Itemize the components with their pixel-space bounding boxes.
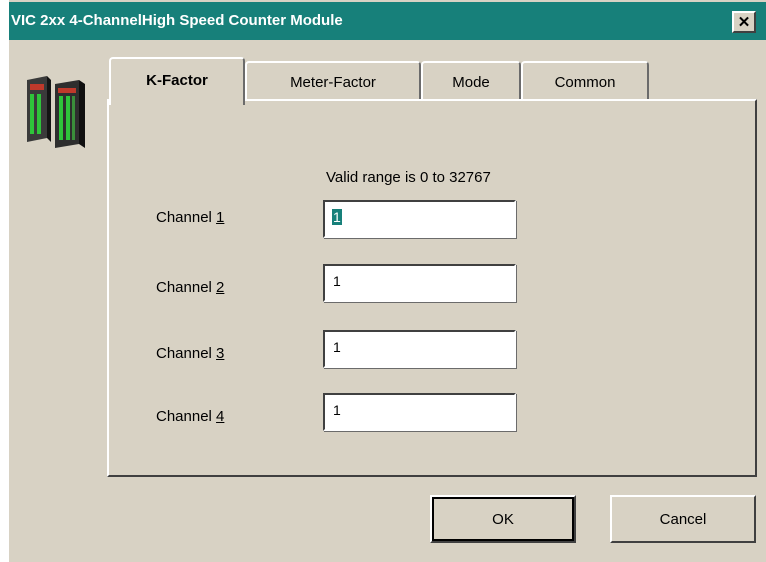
close-button[interactable]: ✕ (732, 11, 756, 33)
title-bar: VIC 2xx 4-ChannelHigh Speed Counter Modu… (9, 2, 766, 40)
module-front-unit (27, 76, 51, 142)
tab-meter-factor-label: Meter-Factor (290, 73, 376, 91)
tab-k-factor[interactable]: K-Factor (109, 57, 245, 105)
close-icon: ✕ (737, 13, 751, 31)
channel-2-value: 1 (333, 273, 341, 289)
plc-module-icon (27, 76, 85, 148)
channel-3-label-prefix: Channel (156, 345, 217, 362)
channel-1-label-prefix: Channel (156, 209, 217, 226)
channel-4-value: 1 (333, 402, 341, 418)
channel-3-label: Channel 3 (156, 345, 224, 362)
channel-1-value: 1 (332, 209, 342, 225)
dialog-window: VIC 2xx 4-ChannelHigh Speed Counter Modu… (9, 0, 766, 562)
tab-mode[interactable]: Mode (421, 61, 521, 101)
k-factor-panel: Valid range is 0 to 32767 Channel 1 1 Ch… (107, 99, 757, 477)
valid-range-text: Valid range is 0 to 32767 (326, 169, 491, 186)
channel-1-label: Channel 1 (156, 209, 224, 226)
ok-button-label: OK (492, 510, 514, 528)
channel-2-input[interactable]: 1 (323, 264, 516, 302)
cancel-button-label: Cancel (659, 510, 707, 528)
channel-2-label: Channel 2 (156, 279, 224, 296)
channel-4-input[interactable]: 1 (323, 393, 516, 431)
channel-4-label-prefix: Channel (156, 408, 217, 425)
channel-4-label: Channel 4 (156, 408, 224, 425)
channel-3-label-accel: 3 (216, 345, 225, 362)
tab-common[interactable]: Common (521, 61, 649, 101)
tab-k-factor-label: K-Factor (146, 71, 208, 89)
tab-meter-factor[interactable]: Meter-Factor (245, 61, 421, 101)
channel-1-input[interactable]: 1 (323, 200, 516, 238)
module-rear-unit (55, 80, 85, 148)
window-title: VIC 2xx 4-ChannelHigh Speed Counter Modu… (11, 12, 343, 29)
channel-2-label-prefix: Channel (156, 279, 217, 296)
channel-4-label-accel: 4 (216, 408, 225, 425)
cancel-button[interactable]: Cancel (610, 495, 756, 543)
channel-2-label-accel: 2 (216, 279, 225, 296)
tab-mode-label: Mode (452, 73, 490, 91)
channel-3-input[interactable]: 1 (323, 330, 516, 368)
tab-common-label: Common (554, 73, 616, 91)
ok-button[interactable]: OK (430, 495, 576, 543)
channel-1-label-accel: 1 (216, 209, 225, 226)
channel-3-value: 1 (333, 339, 341, 355)
